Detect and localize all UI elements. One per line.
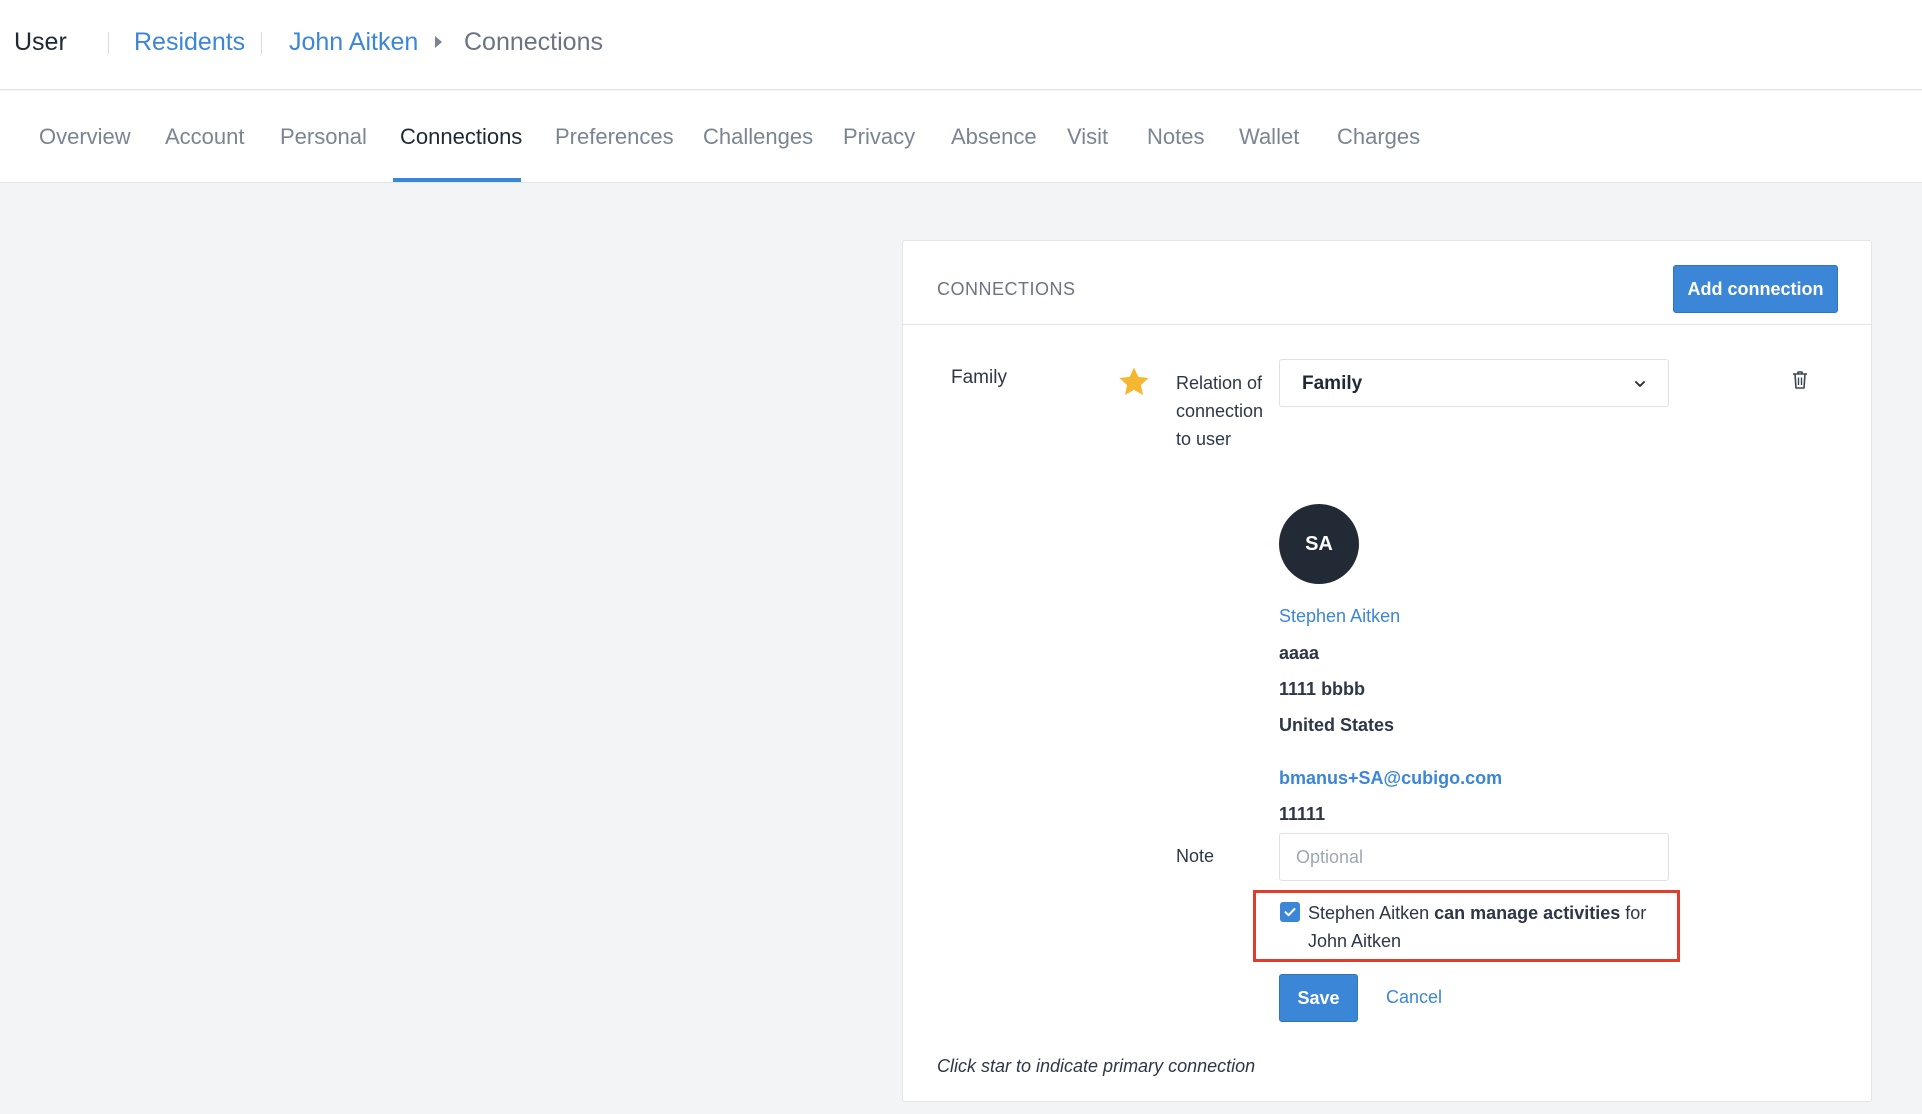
breadcrumb-person-link[interactable]: John Aitken — [289, 28, 418, 57]
tab-notes[interactable]: Notes — [1147, 124, 1204, 150]
breadcrumb-divider — [261, 32, 262, 54]
primary-connection-hint: Click star to indicate primary connectio… — [937, 1056, 1256, 1076]
trash-icon[interactable] — [1790, 369, 1810, 391]
tab-bar: Overview Account Personal Connections Pr… — [0, 91, 1922, 183]
tab-visit[interactable]: Visit — [1067, 124, 1108, 150]
card-title: CONNECTIONS — [937, 279, 1076, 299]
contact-phone: 11111 — [1279, 804, 1326, 824]
tab-account[interactable]: Account — [165, 124, 245, 150]
relation-label: Relation of connection to user — [1176, 373, 1264, 449]
breadcrumb-residents-link[interactable]: Residents — [134, 28, 245, 57]
relation-select[interactable]: Family — [1279, 359, 1669, 407]
tab-overview[interactable]: Overview — [39, 124, 131, 150]
check-icon — [1284, 908, 1296, 917]
note-label: Note — [1176, 846, 1215, 866]
connection-type-label: Family — [951, 367, 1007, 388]
avatar: SA — [1279, 504, 1359, 584]
manage-activities-label: Stephen Aitken can manage activities for… — [1308, 899, 1648, 955]
permission-target: John Aitken — [1308, 931, 1402, 951]
tab-absence[interactable]: Absence — [951, 124, 1037, 150]
relation-select-value: Family — [1302, 373, 1363, 394]
tab-charges[interactable]: Charges — [1337, 124, 1420, 150]
tab-privacy[interactable]: Privacy — [843, 124, 915, 150]
active-tab-indicator — [393, 178, 521, 182]
star-icon[interactable] — [1117, 365, 1151, 399]
tab-connections[interactable]: Connections — [400, 124, 522, 150]
top-bar: User Residents John Aitken Connections — [0, 0, 1922, 90]
contact-address-line2: 1111 bbbb — [1279, 679, 1366, 699]
caret-right-icon — [435, 36, 442, 48]
tab-personal[interactable]: Personal — [280, 124, 367, 150]
breadcrumb-divider — [108, 32, 109, 54]
add-connection-button[interactable]: Add connection — [1673, 265, 1838, 313]
contact-country: United States — [1279, 715, 1395, 735]
note-input[interactable] — [1279, 833, 1669, 881]
permission-subject: Stephen Aitken — [1308, 903, 1430, 923]
manage-activities-checkbox[interactable] — [1280, 902, 1300, 922]
breadcrumb-root: User — [14, 28, 67, 56]
save-button[interactable]: Save — [1279, 974, 1358, 1022]
permission-preposition: for — [1625, 903, 1647, 923]
contact-email-link[interactable]: bmanus+SA@cubigo.com — [1279, 768, 1502, 789]
permission-action: can manage activities — [1434, 903, 1621, 923]
tab-wallet[interactable]: Wallet — [1239, 124, 1299, 150]
contact-name-link[interactable]: Stephen Aitken — [1279, 606, 1400, 627]
tab-preferences[interactable]: Preferences — [555, 124, 674, 150]
cancel-button[interactable]: Cancel — [1386, 987, 1442, 1008]
connections-card: CONNECTIONS Add connection Family Relati… — [902, 240, 1872, 1102]
breadcrumb-current: Connections — [464, 28, 603, 56]
chevron-down-icon — [1635, 381, 1645, 387]
card-header: CONNECTIONS Add connection — [903, 241, 1871, 325]
tab-challenges[interactable]: Challenges — [703, 124, 813, 150]
contact-address-line1: aaaa — [1279, 643, 1320, 663]
